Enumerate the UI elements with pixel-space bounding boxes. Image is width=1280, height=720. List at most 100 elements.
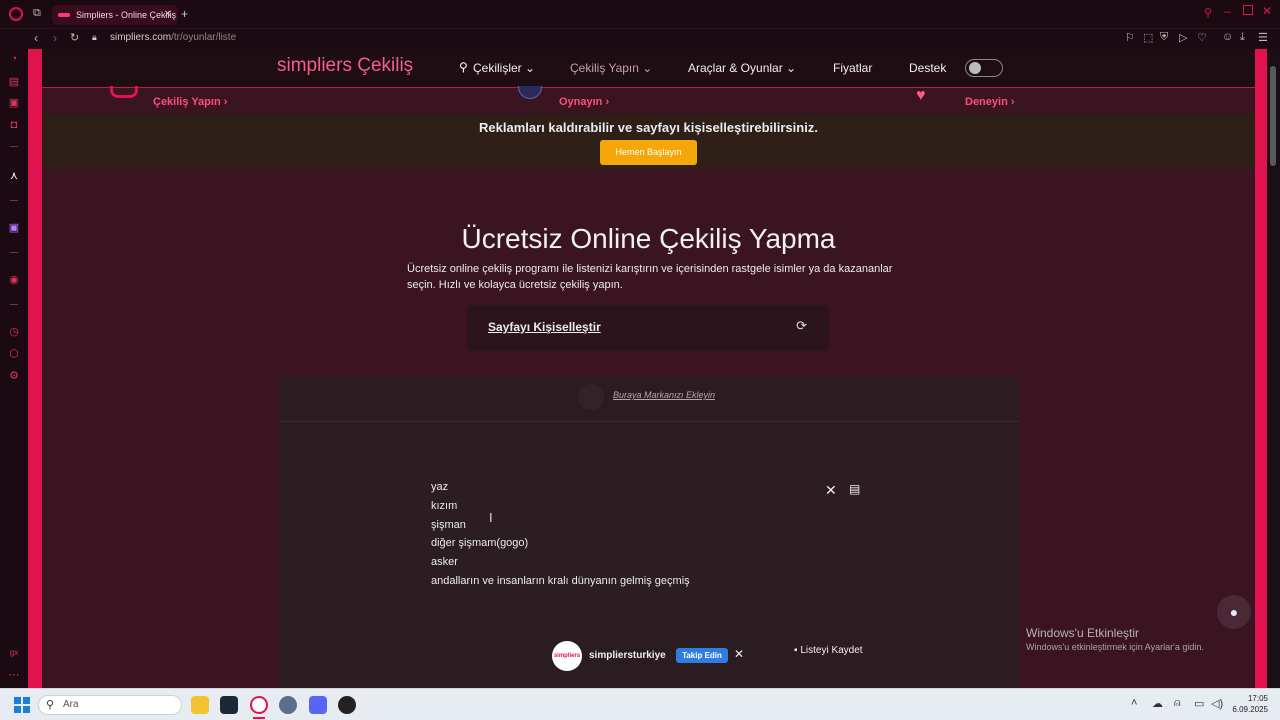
tab-close-icon[interactable]: ✕ (164, 9, 172, 20)
promo-link-cekilis-yapin[interactable]: Çekiliş Yapın › (153, 96, 227, 108)
logo-main: simpliers (277, 55, 352, 76)
activation-title: Windows'u Etkinleştir (1026, 626, 1139, 640)
tab-menu-icon[interactable]: ⧉ (33, 7, 41, 20)
back-icon[interactable]: ‹ (34, 31, 38, 45)
new-tab-icon[interactable]: + (181, 7, 188, 21)
follow-button[interactable]: Takip Edin (676, 648, 728, 663)
obs-icon[interactable] (338, 696, 356, 714)
sidebar-more-icon[interactable]: ⋯ (8, 669, 20, 681)
taskbar-time: 17:05 (1247, 694, 1268, 703)
clipboard-icon[interactable]: ▤ (849, 482, 860, 496)
search-tabs-icon[interactable]: ⚲ (1204, 6, 1212, 19)
sidebar-player-icon[interactable]: ◉ (8, 274, 20, 286)
nav-fiyatlar[interactable]: Fiyatlar (833, 61, 872, 75)
save-list-button[interactable]: ▪ Listeyi Kaydet (784, 640, 874, 662)
url-field[interactable]: simpliers.com/tr/oyunlar/liste (110, 32, 236, 43)
sidebar-divider (10, 146, 18, 147)
url-path: /tr/oyunlar/liste (171, 32, 237, 43)
theme-toggle[interactable] (965, 59, 1003, 77)
volume-icon[interactable]: ◁) (1211, 697, 1223, 710)
site-navigation: simpliers Çekiliş ⚲ Çekilişler ⌄ Çekiliş… (42, 49, 1255, 88)
sidebar-aria-icon[interactable]: ⋏ (8, 170, 20, 182)
follow-close-icon[interactable]: ✕ (734, 647, 744, 661)
clear-list-icon[interactable]: ✕ (825, 482, 837, 499)
site-logo[interactable]: simpliers Çekiliş (277, 55, 413, 77)
opera-gx-icon[interactable] (250, 696, 268, 714)
network-icon[interactable]: ▭ (1194, 697, 1204, 710)
browser-tab-active[interactable]: Simpliers - Online Çekiliş ✕ (52, 5, 178, 25)
windows-taskbar: ⚲ Ara ˄ ☁ ⍝ ▭ ◁) 17:05 6.09.2025 (0, 688, 1280, 720)
active-app-indicator (253, 717, 265, 719)
sidebar-speed-dial-icon[interactable]: ◔ (8, 53, 20, 65)
chat-bubble-icon[interactable]: ● (1217, 595, 1251, 629)
text-cursor-icon: I (489, 510, 493, 525)
app-icon[interactable] (279, 696, 297, 714)
follow-account-name: simpliersturkiye (589, 650, 666, 661)
onedrive-icon[interactable]: ☁ (1152, 697, 1163, 710)
play-icon[interactable]: ▷ (1179, 31, 1187, 44)
close-window-icon[interactable]: ✕ (1262, 4, 1272, 18)
shield-icon[interactable]: ⛨ (1160, 31, 1168, 44)
sidebar-history-icon[interactable]: ◷ (8, 326, 20, 338)
right-accent-strip (1255, 49, 1267, 688)
url-host: simpliers.com (110, 32, 172, 43)
sidebar-bag-icon[interactable]: ▤ (8, 76, 20, 88)
web-page: simpliers Çekiliş ⚲ Çekilişler ⌄ Çekiliş… (42, 49, 1255, 688)
promo-icon-middle (518, 86, 542, 99)
pin-icon[interactable]: ⚐ (1125, 31, 1135, 44)
search-icon: ⚲ (46, 699, 55, 711)
sidebar-extensions-icon[interactable]: ⬡ (8, 348, 20, 360)
tray-chevron-icon[interactable]: ˄ (1131, 697, 1137, 709)
maximize-icon[interactable] (1243, 5, 1253, 15)
nav-cekilis-yapin[interactable]: Çekiliş Yapın ⌄ (570, 61, 652, 75)
sidebar-messenger-icon[interactable]: ▣ (8, 97, 20, 109)
discord-icon[interactable] (309, 696, 327, 714)
promo-link-deneyin[interactable]: Deneyin › (965, 96, 1015, 108)
customize-page-link[interactable]: Sayfayı Kişiselleştir (488, 320, 601, 334)
customize-page-box[interactable]: Sayfayı Kişiselleştir ⟳ (467, 305, 829, 351)
names-textarea[interactable]: yaz kızım şişman diğer şişmam(gogo) aske… (419, 466, 884, 624)
page-title: Ücretsiz Online Çekiliş Yapma (461, 223, 836, 254)
nav-destek[interactable]: Destek (909, 61, 946, 75)
heart-icon[interactable]: ♡ (1197, 31, 1207, 44)
menu-icon[interactable]: ☰ (1258, 31, 1268, 44)
tab-favicon-icon (58, 13, 70, 17)
minimize-icon[interactable]: – (1224, 4, 1231, 18)
toggle-knob (969, 62, 981, 74)
steam-icon[interactable] (220, 696, 238, 714)
snapshot-icon[interactable]: ⬚ (1143, 31, 1153, 44)
browser-tab-bar: ⧉ Simpliers - Online Çekiliş ✕ + ⚲ – ✕ (0, 0, 1280, 29)
sidebar-news-icon[interactable]: ◘ (8, 119, 20, 131)
taskbar-search[interactable]: ⚲ Ara (38, 695, 182, 715)
sidebar-twitch-icon[interactable]: ▣ (8, 222, 20, 234)
logo-sub: Çekiliş (351, 55, 414, 76)
nav-araclar-oyunlar[interactable]: Araçlar & Oyunlar ⌄ (688, 61, 796, 75)
sidebar-divider (10, 200, 18, 201)
editor-line: andalların ve insanların kralı dünyanın … (431, 575, 690, 587)
opera-logo-icon[interactable] (9, 7, 23, 21)
editor-line: asker (431, 556, 458, 568)
lock-icon: 🔒︎ (92, 32, 97, 42)
refresh-icon[interactable]: ⟳ (796, 318, 807, 334)
taskbar-clock[interactable]: 17:05 6.09.2025 (1228, 693, 1268, 715)
save-list-label: Listeyi Kaydet (800, 645, 863, 656)
hemen-baslayin-button[interactable]: Hemen Başlayın (600, 140, 697, 165)
promo-icon-right: ♥ (916, 87, 926, 104)
left-accent-strip (28, 49, 42, 688)
microphone-icon[interactable]: ⍝ (1174, 697, 1181, 710)
download-icon[interactable]: ⤓ (1240, 31, 1245, 44)
forward-icon[interactable]: › (53, 31, 57, 45)
follow-bar: simpliers simpliersturkiye Takip Edin ✕ (552, 639, 752, 675)
scrollbar-thumb[interactable] (1270, 66, 1276, 166)
nav-cekilisler[interactable]: Çekilişler ⌄ (473, 61, 535, 75)
add-brand-link[interactable]: Buraya Markanızı Ekleyin (279, 390, 1049, 400)
reload-icon[interactable]: ↻ (70, 31, 79, 44)
sidebar-gx-icon[interactable]: gx (8, 647, 20, 659)
editor-line: yaz (431, 481, 449, 493)
file-explorer-icon[interactable] (191, 696, 209, 714)
sidebar-settings-icon[interactable]: ⚙ (8, 370, 20, 382)
page-description: Ücretsiz online çekiliş programı ile lis… (407, 263, 893, 291)
promo-link-oynayin[interactable]: Oynayın › (559, 96, 609, 108)
account-icon[interactable]: ☺ (1222, 31, 1233, 43)
windows-start-icon[interactable] (14, 697, 30, 713)
